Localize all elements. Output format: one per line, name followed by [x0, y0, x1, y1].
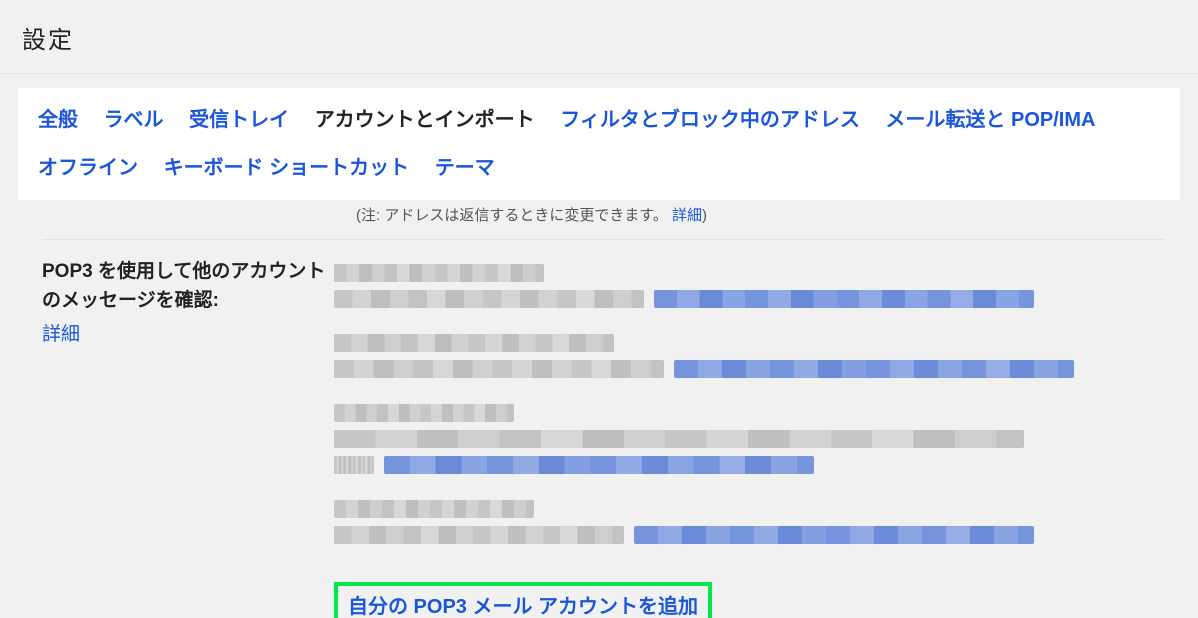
add-pop3-account-link[interactable]: 自分の POP3 メール アカウントを追加 [348, 596, 698, 618]
pop3-section-heading: POP3 を使用して他のアカウントのメッセージを確認: [42, 258, 334, 315]
redacted-text [334, 264, 544, 282]
add-pop3-account-highlight: 自分の POP3 メール アカウントを追加 [334, 582, 712, 618]
tab-forwarding[interactable]: メール転送と POP/IMA [875, 96, 1105, 144]
redacted-text [334, 430, 1024, 448]
redacted-text [334, 456, 374, 474]
tab-shortcuts[interactable]: キーボード ショートカット [154, 144, 420, 192]
note-prefix: (注: アドレスは返信するときに変更できます。 [356, 207, 668, 224]
pop3-account-row [334, 264, 1164, 312]
pop3-section-label-col: POP3 を使用して他のアカウントのメッセージを確認: 詳細 [42, 258, 334, 346]
tab-inbox[interactable]: 受信トレイ [179, 96, 299, 144]
redacted-text [334, 404, 514, 422]
tab-general[interactable]: 全般 [28, 96, 88, 144]
settings-header: 設定 [0, 0, 1198, 74]
tab-filters[interactable]: フィルタとブロック中のアドレス [550, 96, 870, 144]
pop3-account-row [334, 500, 1164, 548]
note-learn-more-link[interactable]: 詳細 [672, 207, 702, 224]
settings-tabs: 全般 ラベル 受信トレイ アカウントとインポート フィルタとブロック中のアドレス… [18, 88, 1180, 200]
redacted-text [334, 290, 644, 308]
redacted-link [674, 360, 1074, 378]
page-title: 設定 [22, 20, 1198, 55]
redacted-text [334, 500, 534, 518]
tab-labels[interactable]: ラベル [94, 96, 174, 144]
tab-accounts[interactable]: アカウントとインポート [305, 96, 545, 144]
pop3-section: POP3 を使用して他のアカウントのメッセージを確認: 詳細 [0, 240, 1198, 618]
send-as-note: (注: アドレスは返信するときに変更できます。 詳細) [0, 200, 1198, 239]
pop3-accounts-list: 自分の POP3 メール アカウントを追加 [334, 258, 1164, 618]
redacted-link [384, 456, 814, 474]
redacted-link [654, 290, 1034, 308]
redacted-text [334, 526, 624, 544]
tab-offline[interactable]: オフライン [28, 144, 148, 192]
pop3-learn-more-link[interactable]: 詳細 [42, 319, 80, 346]
pop3-account-row [334, 334, 1164, 382]
tab-themes[interactable]: テーマ [425, 144, 505, 192]
redacted-text [334, 360, 664, 378]
redacted-link [634, 526, 1034, 544]
note-suffix: ) [702, 207, 707, 224]
pop3-account-row [334, 404, 1164, 478]
redacted-text [334, 334, 614, 352]
